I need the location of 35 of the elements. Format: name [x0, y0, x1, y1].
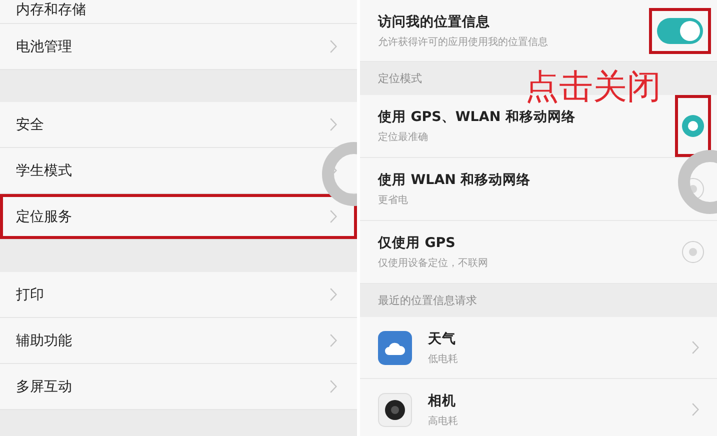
settings-row[interactable]: 电池管理 — [0, 24, 357, 70]
settings-row[interactable]: 安全 — [0, 102, 357, 148]
settings-row[interactable]: 多屏互动 — [0, 364, 357, 410]
settings-row[interactable]: 打印 — [0, 272, 357, 318]
settings-row[interactable]: 学生模式 — [0, 148, 357, 194]
radio-button[interactable] — [682, 115, 704, 137]
settings-row[interactable]: 辅助功能 — [0, 318, 357, 364]
radio-button[interactable] — [682, 241, 704, 263]
app-name: 天气 — [428, 330, 457, 348]
chevron-icon — [692, 403, 699, 416]
mode-description: 定位最准确 — [378, 130, 429, 144]
setting-description: 允许获得许可的应用使用我的位置信息 — [378, 36, 549, 48]
chevron-icon — [692, 341, 699, 354]
annotation-text: 点击关闭 — [525, 66, 661, 109]
location-toggle[interactable] — [657, 18, 703, 44]
app-row[interactable]: 相机 高电耗 — [360, 379, 717, 436]
chevron-icon — [330, 334, 337, 347]
settings-row[interactable]: 定位服务 — [0, 194, 357, 240]
chevron-icon — [330, 40, 337, 53]
mode-title: 使用 WLAN 和移动网络 — [378, 171, 532, 189]
chevron-icon — [330, 380, 337, 393]
mode-title: 仅使用 GPS — [378, 234, 456, 252]
lens-icon — [384, 398, 406, 420]
mode-description: 更省电 — [378, 194, 409, 207]
power-usage: 高电耗 — [428, 414, 459, 428]
mode-title: 使用 GPS、WLAN 和移动网络 — [378, 108, 576, 126]
power-usage: 低电耗 — [428, 352, 459, 366]
settings-row[interactable]: 内存和存储 — [0, 0, 357, 24]
setting-title: 访问我的位置信息 — [378, 12, 491, 30]
app-name: 相机 — [428, 392, 457, 410]
app-row[interactable]: 天气 低电耗 — [360, 317, 717, 379]
chevron-icon — [330, 118, 337, 131]
mode-description: 仅使用设备定位，不联网 — [378, 256, 489, 270]
chevron-icon — [330, 210, 337, 223]
chevron-icon — [330, 288, 337, 301]
